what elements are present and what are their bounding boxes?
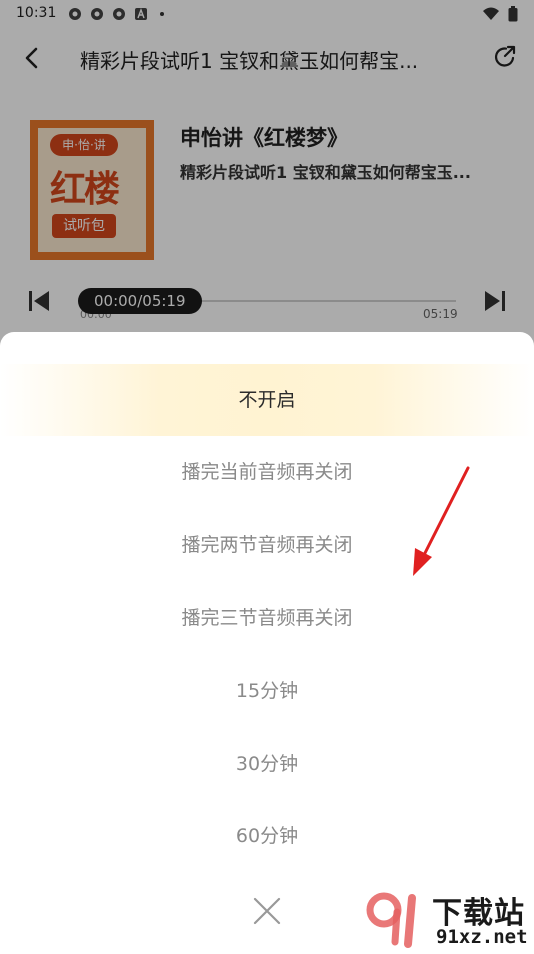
timer-option-off[interactable]: 不开启 — [0, 364, 534, 436]
timer-option-after-current[interactable]: 播完当前音频再关闭 — [0, 436, 534, 508]
timer-option-30min[interactable]: 30分钟 — [0, 728, 534, 800]
timer-option-after-two[interactable]: 播完两节音频再关闭 — [0, 509, 534, 581]
sleep-timer-sheet: 不开启 播完当前音频再关闭 播完两节音频再关闭 播完三节音频再关闭 15分钟 3… — [0, 332, 534, 950]
timer-option-60min[interactable]: 60分钟 — [0, 800, 534, 872]
timer-option-after-three[interactable]: 播完三节音频再关闭 — [0, 582, 534, 654]
close-icon[interactable] — [252, 896, 282, 926]
watermark-domain: 91xz.net — [436, 926, 528, 948]
timer-option-15min[interactable]: 15分钟 — [0, 655, 534, 727]
watermark: 下载站 91xz.net — [362, 888, 534, 950]
